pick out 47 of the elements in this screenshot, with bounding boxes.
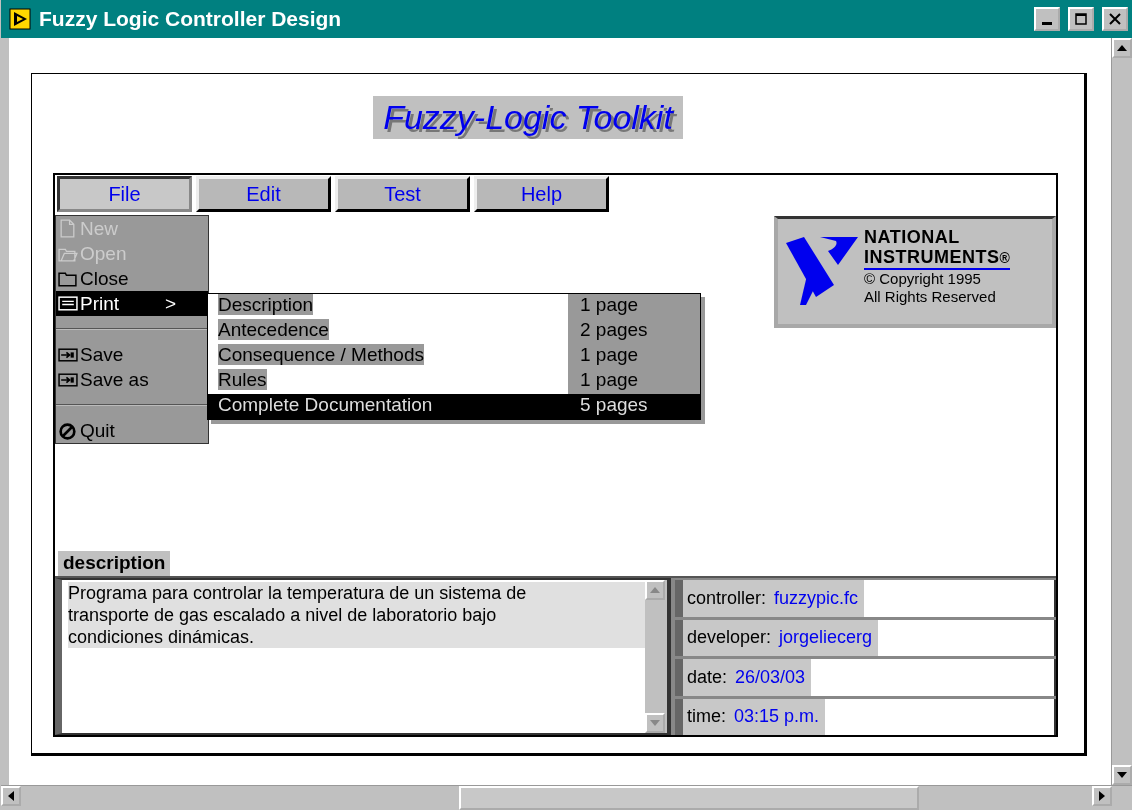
window-title: Fuzzy Logic Controller Design [39,7,343,31]
scroll-thumb[interactable] [459,786,919,810]
scroll-down-icon[interactable] [1112,765,1132,785]
app-icon [9,8,31,30]
scroll-up-icon[interactable] [1112,38,1132,58]
scroll-left-icon[interactable] [1,786,21,806]
minimize-button[interactable] [1034,7,1060,31]
field-label: controller: [683,580,771,617]
registered-mark: ® [999,250,1011,266]
maximize-button[interactable] [1068,7,1094,31]
submenu-item[interactable]: Rules 1 page [208,369,700,394]
toolkit-banner: Fuzzy-Logic Toolkit [373,96,683,139]
field-value: 03:15 p.m. [730,698,826,735]
logo-text: INSTRUMENTS [864,247,1000,267]
menu-tab[interactable]: Edit [196,176,331,212]
minimize-icon [1042,21,1052,25]
description-label: description [58,551,171,576]
menu-item[interactable]: Quit [56,418,208,443]
menu-item[interactable]: Close [56,266,208,291]
menu-tab[interactable]: Help [474,176,609,212]
field-value: jorgeliecerg [775,619,879,656]
menu-item[interactable]: Save as [56,367,208,392]
vertical-scrollbar[interactable] [1111,38,1132,785]
maximize-icon [1075,13,1087,25]
logo-text: NATIONAL [864,227,961,247]
copyright-text: © Copyright 1995 [864,270,982,288]
field-label: date: [683,659,732,696]
field-label: time: [683,698,730,735]
close-button[interactable] [1102,7,1128,31]
description-text: Programa para controlar la temperatura de un sistema de transporte de gas escalado a nivel de laboratorio bajo condiciones dinámicas. [68,582,645,648]
menu-item-icon [58,293,78,314]
close-icon [1109,13,1121,25]
menu-item[interactable]: Save [56,342,208,367]
horizontal-scrollbar[interactable] [1,785,1132,810]
scroll-right-icon[interactable] [1092,786,1112,806]
field-value: fuzzypic.fc [770,580,865,617]
field-label: developer: [683,619,776,656]
menu-tab[interactable]: File [57,176,192,212]
submenu-item[interactable]: Complete Documentation 5 pages [208,394,700,419]
menu-item-icon [58,420,78,441]
field-value: 26/03/03 [731,659,812,696]
submenu-item[interactable]: Consequence / Methods 1 page [208,344,700,369]
submenu-item[interactable]: Description 1 page [208,294,700,319]
menu-item[interactable]: Print > [56,291,208,316]
submenu-item[interactable]: Antecedence 2 pages [208,319,700,344]
rights-text: All Rights Reserved [864,288,997,306]
menu-tab[interactable]: Test [335,176,470,212]
